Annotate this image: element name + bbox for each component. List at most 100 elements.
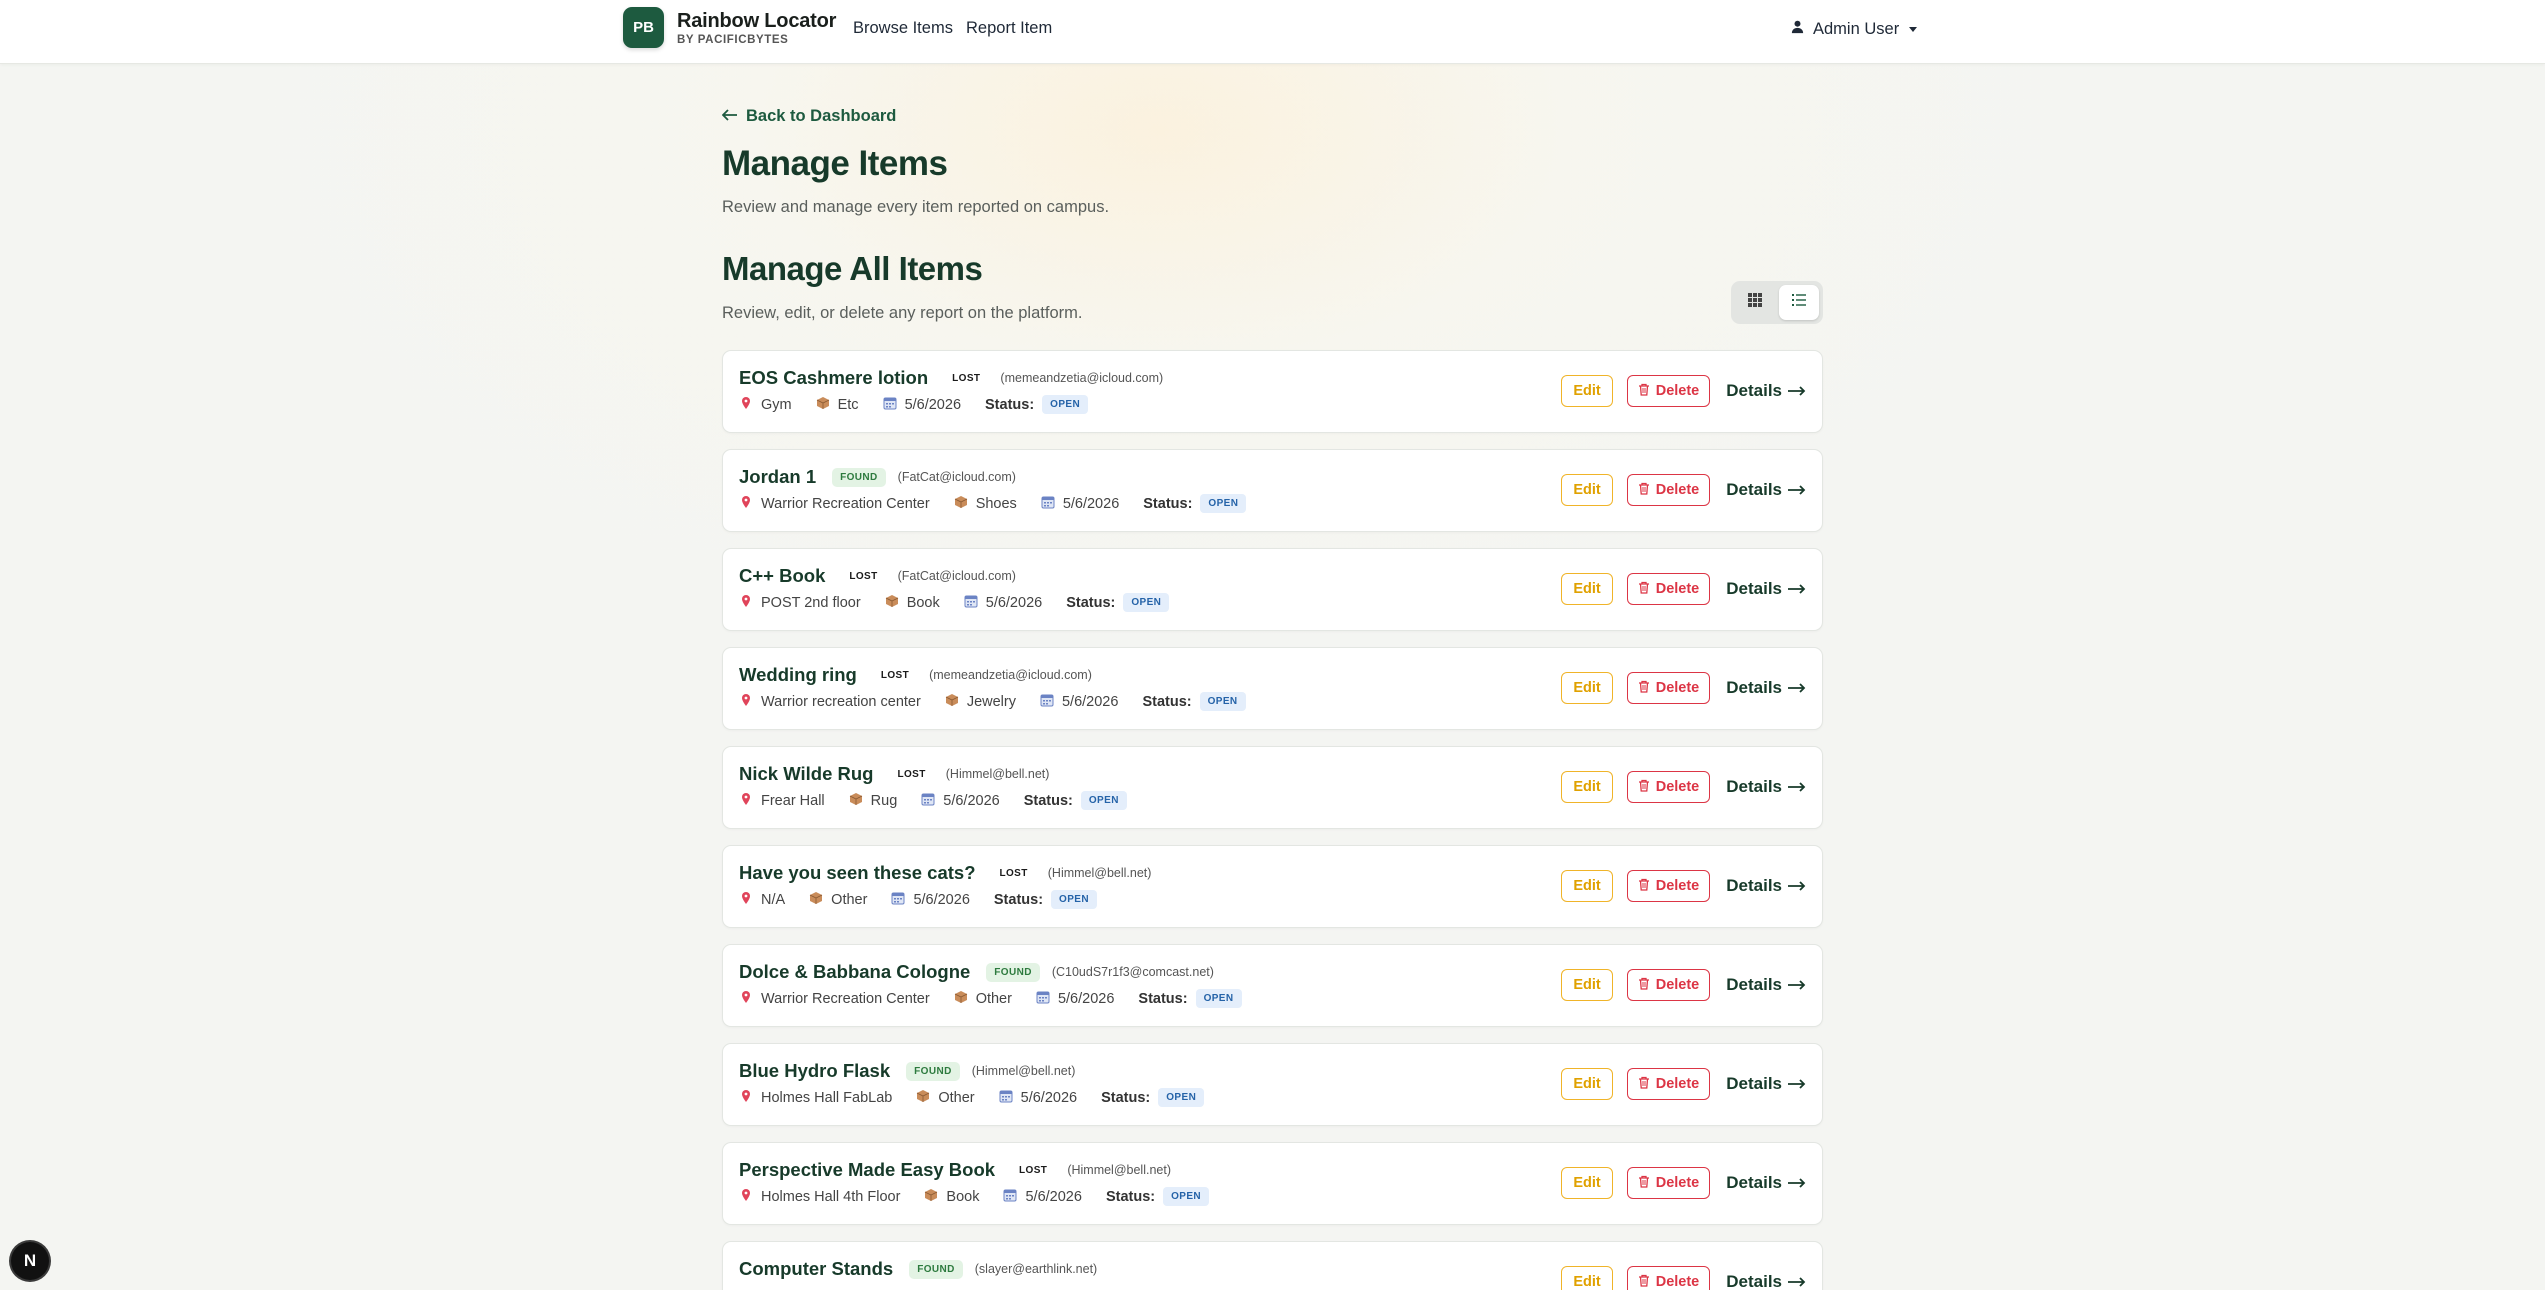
edit-button[interactable]: Edit: [1561, 474, 1613, 506]
item-row: EOS Cashmere lotion LOST (memeandzetia@i…: [722, 350, 1823, 433]
item-title: Nick Wilde Rug: [739, 763, 874, 784]
arrow-right-icon: [1788, 1074, 1806, 1094]
nav-link-report-item[interactable]: Report Item: [966, 19, 1052, 38]
delete-button[interactable]: Delete: [1626, 1167, 1711, 1199]
edit-button[interactable]: Edit: [1561, 870, 1613, 902]
status-badge: OPEN: [1051, 890, 1097, 909]
brand[interactable]: Rainbow Locator BY PACIFICBYTES: [677, 9, 836, 47]
details-link[interactable]: Details: [1726, 480, 1806, 500]
status-badge: OPEN: [1158, 1088, 1205, 1107]
dev-tools-badge[interactable]: N: [11, 1242, 49, 1280]
item-date: 5/6/2026: [891, 891, 970, 909]
details-link[interactable]: Details: [1726, 381, 1806, 401]
delete-button[interactable]: Delete: [1626, 1068, 1711, 1100]
back-to-dashboard-link[interactable]: Back to Dashboard: [721, 107, 897, 126]
item-list: EOS Cashmere lotion LOST (memeandzetia@i…: [722, 350, 1823, 1290]
delete-button[interactable]: Delete: [1626, 573, 1711, 605]
box-icon: [954, 990, 968, 1008]
arrow-right-icon: [1788, 975, 1806, 995]
delete-button[interactable]: Delete: [1626, 375, 1711, 407]
pin-icon: [739, 495, 753, 513]
reporter-email: (Himmel@bell.net): [945, 767, 1050, 781]
item-type-badge: FOUND: [909, 1259, 963, 1279]
item-date: 5/6/2026: [1036, 990, 1114, 1008]
delete-button[interactable]: Delete: [1626, 870, 1711, 902]
details-link[interactable]: Details: [1726, 975, 1806, 995]
item-location: Warrior Recreation Center: [739, 495, 930, 513]
trash-icon: [1638, 482, 1650, 499]
back-label: Back to Dashboard: [746, 107, 897, 125]
details-link[interactable]: Details: [1726, 876, 1806, 896]
pin-icon: [739, 693, 753, 711]
nav-link-browse-items[interactable]: Browse Items: [853, 19, 953, 38]
status-badge: OPEN: [1080, 791, 1127, 810]
pin-icon: [739, 396, 753, 414]
edit-button[interactable]: Edit: [1561, 375, 1613, 407]
item-row: Perspective Made Easy Book LOST (Himmel@…: [722, 1142, 1823, 1225]
grid-view-button[interactable]: [1735, 285, 1775, 320]
delete-button[interactable]: Delete: [1626, 969, 1711, 1001]
page-description: Review and manage every item reported on…: [722, 198, 1110, 216]
user-name: Admin User: [1813, 19, 1900, 38]
item-category: Other: [954, 990, 1012, 1008]
top-navbar: PB Rainbow Locator BY PACIFICBYTES Brows…: [0, 0, 2545, 64]
status-badge: OPEN: [1123, 593, 1170, 612]
item-type-badge: LOST: [880, 669, 910, 681]
calendar-icon: [883, 396, 897, 414]
edit-button[interactable]: Edit: [1561, 1266, 1613, 1290]
brand-title: Rainbow Locator: [677, 10, 837, 32]
item-location: Gym: [739, 396, 792, 414]
pin-icon: [739, 891, 753, 909]
trash-icon: [1638, 779, 1650, 796]
delete-button[interactable]: Delete: [1626, 474, 1711, 506]
delete-button[interactable]: Delete: [1626, 672, 1711, 704]
item-row: C++ Book LOST (FatCat@icloud.com) POST 2…: [722, 548, 1823, 631]
status-label: Status:: [993, 891, 1044, 908]
edit-button[interactable]: Edit: [1561, 969, 1613, 1001]
calendar-icon: [1040, 693, 1054, 711]
details-link[interactable]: Details: [1726, 678, 1806, 698]
item-type-badge: LOST: [952, 372, 981, 384]
item-location: Holmes Hall 4th Floor: [739, 1188, 900, 1206]
item-date: 5/6/2026: [1003, 1188, 1082, 1206]
item-row: Computer Stands FOUND (slayer@earthlink.…: [722, 1241, 1823, 1290]
item-title: Have you seen these cats?: [739, 862, 976, 883]
grid-icon: [1747, 292, 1763, 313]
brand-logo[interactable]: PB: [623, 7, 664, 48]
item-title: Jordan 1: [739, 466, 817, 487]
details-link[interactable]: Details: [1726, 1173, 1806, 1193]
item-type-badge: FOUND: [832, 467, 886, 487]
delete-button[interactable]: Delete: [1626, 771, 1711, 803]
arrow-right-icon: [1788, 876, 1806, 896]
details-link[interactable]: Details: [1726, 1272, 1806, 1290]
brand-subtitle: BY PACIFICBYTES: [677, 34, 789, 46]
details-link[interactable]: Details: [1726, 579, 1806, 599]
edit-button[interactable]: Edit: [1561, 672, 1613, 704]
status-badge: OPEN: [1199, 692, 1246, 711]
item-row: Jordan 1 FOUND (FatCat@icloud.com) Warri…: [722, 449, 1823, 532]
calendar-icon: [1003, 1188, 1017, 1206]
list-icon: [1791, 292, 1807, 313]
item-row: Wedding ring LOST (memeandzetia@icloud.c…: [722, 647, 1823, 730]
reporter-email: (FatCat@icloud.com): [897, 569, 1016, 583]
reporter-email: (memeandzetia@icloud.com): [1000, 371, 1164, 385]
user-menu-dropdown[interactable]: Admin User: [1790, 19, 1918, 39]
edit-button[interactable]: Edit: [1561, 1167, 1613, 1199]
page-title: Manage Items: [722, 144, 948, 183]
arrow-right-icon: [1788, 579, 1806, 599]
edit-button[interactable]: Edit: [1561, 573, 1613, 605]
list-view-button[interactable]: [1779, 285, 1819, 320]
status-label: Status:: [1066, 594, 1116, 611]
item-category: Shoes: [954, 495, 1017, 513]
item-row: Blue Hydro Flask FOUND (Himmel@bell.net)…: [722, 1043, 1823, 1126]
details-link[interactable]: Details: [1726, 777, 1806, 797]
edit-button[interactable]: Edit: [1561, 1068, 1613, 1100]
details-link[interactable]: Details: [1726, 1074, 1806, 1094]
trash-icon: [1638, 1274, 1650, 1290]
item-title: EOS Cashmere lotion: [739, 367, 929, 388]
delete-button[interactable]: Delete: [1626, 1266, 1711, 1290]
edit-button[interactable]: Edit: [1561, 771, 1613, 803]
pin-icon: [739, 990, 753, 1008]
status-label: Status:: [1023, 792, 1073, 809]
view-toggle: [1731, 281, 1823, 324]
